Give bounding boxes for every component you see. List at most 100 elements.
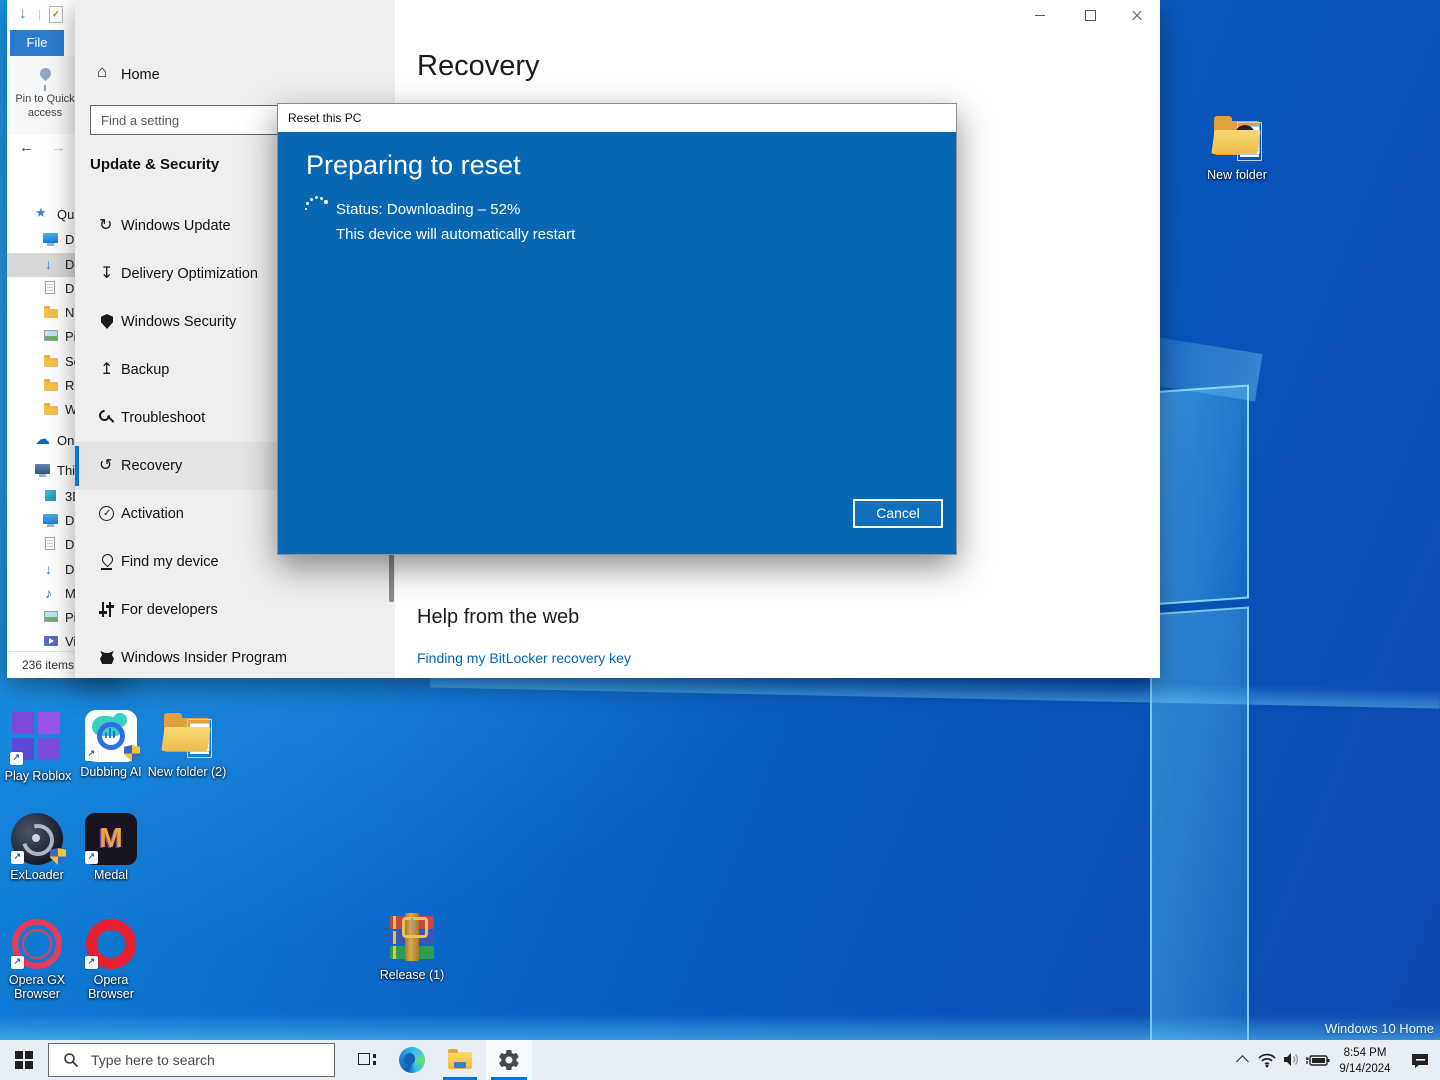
desktop-icon-medal[interactable]: M Medal <box>69 813 153 882</box>
desktop-icon-label: Release (1) <box>379 968 445 982</box>
dubbing-ai-icon <box>85 710 140 762</box>
medal-icon: M <box>85 813 137 865</box>
nav-item-for-developers[interactable]: For developers <box>75 586 395 634</box>
desktop-icon-opera[interactable]: Opera Browser <box>69 918 153 1002</box>
folder-icon <box>43 377 59 393</box>
this-pc-icon <box>35 464 51 480</box>
desktop-icon-label: ExLoader <box>10 868 64 882</box>
pin-icon <box>37 65 53 82</box>
music-note-icon <box>43 581 59 605</box>
search-icon <box>64 1053 79 1068</box>
sliders-icon <box>98 601 116 619</box>
sync-icon <box>98 215 116 235</box>
wallpaper-glow <box>0 1014 1440 1040</box>
downloads-folder-icon: ↓ <box>19 5 27 22</box>
forward-arrow-icon: → <box>51 139 66 156</box>
desktop-icon-new-folder-2[interactable]: New folder (2) <box>145 710 229 779</box>
action-center-button[interactable] <box>1402 1040 1438 1080</box>
progress-spinner-icon <box>305 196 329 220</box>
desktop-icon-label: Opera Browser <box>88 973 134 1002</box>
desktop-icon-label: New folder (2) <box>147 765 227 779</box>
file-menu-tab[interactable]: File <box>10 30 64 56</box>
taskbar-settings-button[interactable] <box>486 1040 532 1080</box>
desktop: Edge Play Roblox Dubbing AI New folder (… <box>0 0 1440 1080</box>
maximize-button[interactable] <box>1067 0 1113 30</box>
desktop-icon-dubbing-ai[interactable]: Dubbing AI <box>69 710 153 779</box>
desktop-icon-label: Dubbing AI <box>80 765 142 779</box>
downloads-arrow-icon <box>43 252 59 276</box>
pictures-icon <box>43 609 59 625</box>
videos-icon <box>43 633 59 649</box>
taskbar-edge-button[interactable] <box>390 1040 434 1080</box>
wifi-icon[interactable] <box>1254 1040 1280 1080</box>
folder-icon <box>43 401 59 417</box>
desktop-icon-release-1[interactable]: Release (1) <box>370 913 454 982</box>
folder-icon <box>43 304 59 320</box>
volume-icon[interactable] <box>1279 1040 1305 1080</box>
cancel-button[interactable]: Cancel <box>853 499 943 528</box>
wallpaper-window-pane-bottom <box>1150 606 1249 1080</box>
exloader-icon <box>11 813 66 865</box>
taskbar-search-input[interactable] <box>89 1044 323 1076</box>
location-pin-icon <box>98 553 116 571</box>
sidebar-item-home[interactable]: Home <box>75 56 395 94</box>
shortcut-arrow-icon <box>10 752 23 765</box>
taskbar-search-box[interactable] <box>48 1043 335 1077</box>
wallpaper-window-pane-top <box>1150 384 1249 606</box>
shortcut-arrow-icon <box>11 851 24 864</box>
nav-item-windows-insider[interactable]: Windows Insider Program <box>75 634 395 678</box>
close-button[interactable] <box>1114 0 1160 30</box>
desktop-icon-exloader[interactable]: ExLoader <box>0 813 79 882</box>
help-from-web-heading: Help from the web <box>417 606 580 628</box>
desktop-icon-label: Medal <box>93 868 129 882</box>
bitlocker-help-link[interactable]: Finding my BitLocker recovery key <box>417 650 631 666</box>
shortcut-arrow-icon <box>85 748 98 761</box>
gear-icon <box>499 1049 519 1071</box>
recovery-icon <box>98 455 116 475</box>
shortcut-arrow-icon <box>85 851 98 864</box>
activation-check-icon <box>98 505 116 523</box>
settings-section-title: Update & Security <box>90 156 220 173</box>
dialog-title: Reset this PC <box>288 111 362 125</box>
dialog-heading: Preparing to reset <box>306 150 521 180</box>
desktop-icon-play-roblox[interactable]: Play Roblox <box>0 710 80 783</box>
show-hidden-icons-button[interactable] <box>1230 1040 1254 1080</box>
taskbar-clock[interactable]: 8:54 PM 9/14/2024 <box>1332 1040 1398 1080</box>
desktop-icon-opera-gx[interactable]: Opera GX Browser <box>0 918 79 1002</box>
folder-icon <box>1211 113 1263 165</box>
action-center-icon <box>1412 1054 1428 1068</box>
delivery-icon <box>98 263 116 283</box>
start-button[interactable] <box>0 1040 48 1080</box>
shortcut-arrow-icon <box>11 956 24 969</box>
desktop-icon-new-folder[interactable]: New folder <box>1195 113 1279 182</box>
taskbar: 8:54 PM 9/14/2024 <box>0 1040 1440 1080</box>
quick-access-toolbar-icon[interactable] <box>49 6 63 23</box>
shield-icon <box>98 313 116 331</box>
task-view-button[interactable] <box>345 1040 389 1080</box>
folder-icon <box>161 710 213 762</box>
onedrive-cloud-icon <box>35 428 51 452</box>
shortcut-arrow-icon <box>85 956 98 969</box>
pin-icon-stick <box>44 85 46 91</box>
minimize-button[interactable] <box>1017 0 1063 30</box>
battery-icon[interactable] <box>1303 1040 1333 1080</box>
document-icon <box>43 536 59 552</box>
opera-icon <box>85 918 137 970</box>
pictures-icon <box>43 328 59 344</box>
3d-objects-icon <box>43 488 59 504</box>
desktop-monitor-icon <box>43 514 59 530</box>
dialog-titlebar: Reset this PC <box>278 104 956 132</box>
pin-to-quick-access-button[interactable]: Pin to Quick access <box>13 64 77 130</box>
wrench-icon <box>98 409 116 427</box>
clock-time: 8:54 PM <box>1343 1047 1387 1059</box>
separator: | <box>38 7 42 21</box>
desktop-icon-label: Play Roblox <box>4 769 72 783</box>
page-title: Recovery <box>417 50 540 82</box>
restart-notice-text: This device will automatically restart <box>336 226 576 243</box>
back-arrow-icon[interactable]: ← <box>19 139 34 156</box>
taskbar-file-explorer-button[interactable] <box>438 1040 482 1080</box>
sidebar-scrollbar-thumb[interactable] <box>389 552 394 602</box>
document-icon <box>43 280 59 296</box>
uac-shield-icon <box>124 745 140 762</box>
downloads-arrow-icon <box>43 557 59 581</box>
